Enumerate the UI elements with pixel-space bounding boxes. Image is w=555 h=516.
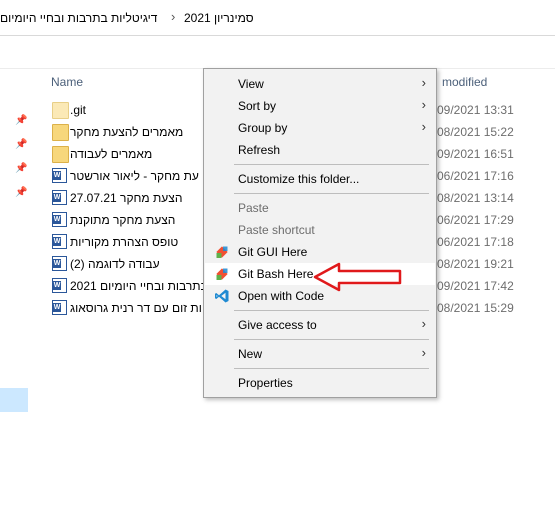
file-name: מאמרים להצעת מחקר (70, 125, 184, 139)
pin-icon[interactable]: 📌 (15, 163, 27, 174)
menu-item-sort-by[interactable]: Sort by › (205, 95, 435, 117)
file-date: 08/2021 15:22 (437, 125, 514, 139)
breadcrumb-separator-icon[interactable]: › (171, 9, 175, 24)
chevron-right-icon: › (421, 75, 426, 90)
word-doc-icon (52, 278, 67, 293)
folder-icon (52, 102, 69, 119)
word-doc-icon (52, 234, 67, 249)
word-doc-icon (52, 168, 67, 183)
file-name: הצעת מחקר מתוקנת (70, 213, 176, 227)
menu-item-properties[interactable]: Properties (205, 372, 435, 394)
vscode-icon (215, 289, 229, 303)
chevron-right-icon: › (421, 119, 426, 134)
column-header-modified[interactable]: modified (442, 75, 487, 89)
file-date: 06/2021 17:29 (437, 213, 514, 227)
chevron-right-icon: › (421, 345, 426, 360)
file-date: 06/2021 17:18 (437, 235, 514, 249)
pin-icon[interactable]: 📌 (15, 115, 27, 126)
git-bash-icon (216, 268, 228, 280)
word-doc-icon (52, 212, 67, 227)
menu-divider (234, 164, 429, 165)
breadcrumb-digital-culture[interactable]: דיגיטליות בתרבות ובחיי היומיום (0, 11, 157, 25)
breadcrumb-seminar[interactable]: סמינריון 2021 (184, 11, 254, 25)
annotation-arrow-icon (313, 262, 402, 292)
pin-icon[interactable]: 📌 (15, 187, 27, 198)
nav-selected-item[interactable] (0, 388, 28, 412)
file-date: 09/2021 16:51 (437, 147, 514, 161)
menu-divider (234, 368, 429, 369)
menu-item-view[interactable]: View › (205, 73, 435, 95)
word-doc-icon (52, 256, 67, 271)
file-name: 2021 בתרבות ובחיי היומיום (70, 279, 208, 293)
navigation-pane: 📌 📌 📌 📌 (0, 68, 30, 516)
menu-item-refresh[interactable]: Refresh (205, 139, 435, 161)
file-name: טופס הצהרת מקוריות (70, 235, 179, 249)
chevron-right-icon: › (421, 97, 426, 112)
toolbar-strip (0, 36, 555, 69)
pin-icon[interactable]: 📌 (15, 139, 27, 150)
context-menu: View › Sort by › Group by › Refresh Cust… (203, 68, 437, 398)
file-name: .git (70, 103, 87, 117)
chevron-right-icon: › (421, 316, 426, 331)
file-date: 06/2021 17:16 (437, 169, 514, 183)
menu-item-paste-shortcut[interactable]: Paste shortcut (205, 219, 435, 241)
menu-divider (234, 339, 429, 340)
file-date: 08/2021 13:14 (437, 191, 514, 205)
word-doc-icon (52, 300, 67, 315)
menu-item-new[interactable]: New › (205, 343, 435, 365)
menu-item-paste[interactable]: Paste (205, 197, 435, 219)
menu-item-customize-folder[interactable]: Customize this folder... (205, 168, 435, 190)
folder-icon (52, 146, 69, 163)
file-date: 08/2021 19:21 (437, 257, 514, 271)
menu-divider (234, 193, 429, 194)
word-doc-icon (52, 190, 67, 205)
menu-item-group-by[interactable]: Group by › (205, 117, 435, 139)
menu-divider (234, 310, 429, 311)
file-name: מאמרים לעבודה (70, 147, 153, 161)
file-name: (2) עבודה לדוגמה (70, 257, 160, 271)
address-bar[interactable]: סמינריון 2021 › דיגיטליות בתרבות ובחיי ה… (0, 0, 555, 36)
column-header-name[interactable]: Name (51, 75, 83, 89)
git-gui-icon (216, 246, 228, 258)
menu-item-give-access[interactable]: Give access to › (205, 314, 435, 336)
folder-icon (52, 124, 69, 141)
file-date: 09/2021 17:42 (437, 279, 514, 293)
file-name: עת מחקר - ליאור אורשטר (70, 169, 199, 183)
file-date: 09/2021 13:31 (437, 103, 514, 117)
file-name: 27.07.21 הצעת מחקר (70, 191, 183, 205)
file-date: 08/2021 15:29 (437, 301, 514, 315)
file-name: ות זום עם דר רנית גרוסאוג (70, 301, 202, 315)
